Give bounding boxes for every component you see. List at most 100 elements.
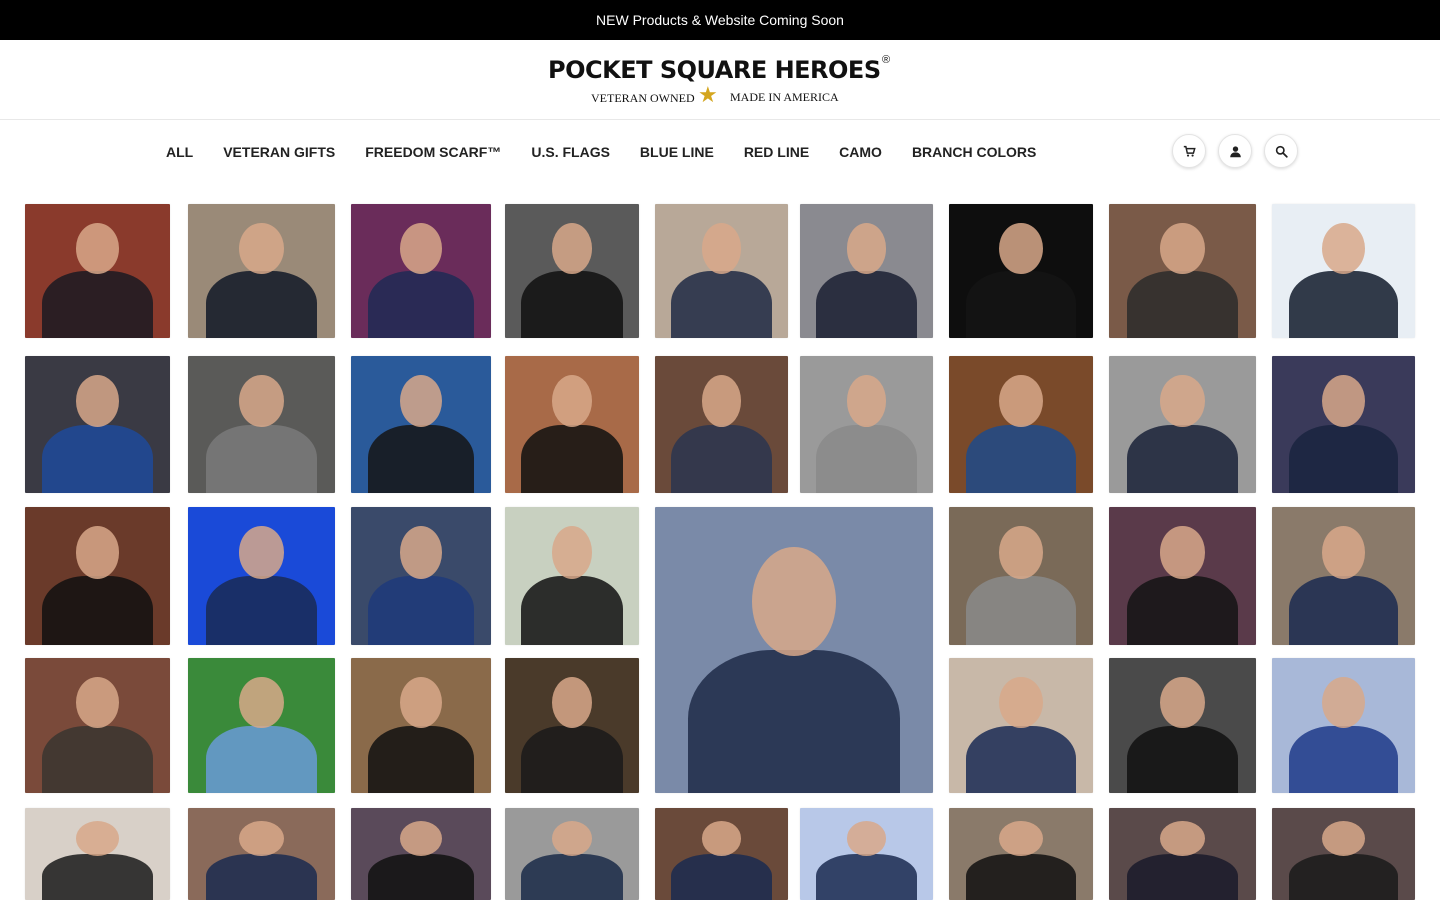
gallery-photo[interactable]	[1109, 507, 1256, 645]
gallery-photo[interactable]	[25, 204, 170, 338]
logo-tagline-right: MADE IN AMERICA	[730, 90, 839, 104]
gallery-photo[interactable]	[351, 808, 491, 900]
gallery-photo[interactable]	[949, 808, 1093, 900]
gallery-photo[interactable]	[505, 356, 639, 493]
gallery-photo[interactable]	[800, 356, 933, 493]
photo-suit	[1289, 725, 1398, 793]
gallery-photo[interactable]	[1109, 204, 1256, 338]
photo-face	[551, 676, 593, 729]
cart-button[interactable]	[1172, 134, 1206, 168]
account-icon	[1229, 145, 1241, 157]
gallery-photo[interactable]	[25, 507, 170, 645]
nav-item-branch-colors[interactable]: BRANCH COLORS	[912, 143, 1036, 161]
nav-item-veteran-gifts[interactable]: VETERAN GIFTS	[223, 143, 335, 161]
nav-item-freedom-scarf[interactable]: FREEDOM SCARF™	[365, 143, 501, 161]
photo-face	[1160, 222, 1205, 274]
account-button[interactable]	[1218, 134, 1252, 168]
gallery-photo[interactable]	[505, 507, 639, 645]
nav-item-us-flags[interactable]: U.S. FLAGS	[531, 143, 610, 161]
gallery-photo[interactable]	[351, 507, 491, 645]
nav-item-camo[interactable]: CAMO	[839, 143, 882, 161]
gallery-photo[interactable]	[1272, 808, 1415, 900]
gallery-photo[interactable]	[655, 356, 788, 493]
photo-suit	[1289, 424, 1398, 493]
photo-face	[1160, 820, 1205, 856]
photo-suit	[966, 725, 1076, 793]
gallery-photo[interactable]	[1272, 507, 1415, 645]
photo-suit	[670, 854, 773, 900]
gallery-photo[interactable]	[505, 808, 639, 900]
photo-suit	[367, 424, 475, 493]
gallery-photo[interactable]	[351, 204, 491, 338]
gallery-photo[interactable]	[655, 507, 933, 793]
photo-face	[75, 222, 120, 274]
photo-face	[1160, 676, 1205, 729]
photo-face	[1322, 526, 1365, 579]
gallery-photo[interactable]	[25, 356, 170, 493]
gallery-photo[interactable]	[505, 658, 639, 793]
gallery-photo[interactable]	[351, 658, 491, 793]
gallery-photo[interactable]	[351, 356, 491, 493]
nav-item-all[interactable]: ALL	[166, 143, 193, 161]
photo-gallery	[0, 196, 1440, 900]
gallery-photo[interactable]	[188, 507, 335, 645]
photo-face	[75, 676, 120, 729]
photo-suit	[367, 725, 475, 793]
photo-suit	[815, 271, 918, 338]
logo-title: POCKET SQUARE HEROES	[548, 56, 881, 84]
announcement-text: NEW Products & Website Coming Soon	[596, 12, 844, 28]
photo-suit	[1289, 854, 1398, 900]
gallery-photo[interactable]	[800, 204, 933, 338]
gallery-photo[interactable]	[25, 658, 170, 793]
photo-suit	[367, 854, 475, 900]
gallery-photo[interactable]	[1272, 658, 1415, 793]
photo-face	[999, 676, 1043, 729]
gallery-photo[interactable]	[188, 356, 335, 493]
photo-face	[1322, 820, 1365, 856]
photo-face	[239, 676, 284, 729]
photo-suit	[42, 725, 153, 793]
photo-suit	[1126, 271, 1239, 338]
gallery-photo[interactable]	[25, 808, 170, 900]
gallery-photo[interactable]	[1109, 808, 1256, 900]
gallery-photo[interactable]	[188, 204, 335, 338]
gallery-photo[interactable]	[188, 808, 335, 900]
gallery-photo[interactable]	[655, 808, 788, 900]
photo-suit	[815, 854, 918, 900]
photo-suit	[966, 576, 1076, 645]
photo-suit	[966, 854, 1076, 900]
photo-face	[400, 820, 442, 856]
gallery-photo[interactable]	[1272, 204, 1415, 338]
gallery-photo[interactable]	[949, 204, 1093, 338]
gallery-photo[interactable]	[655, 204, 788, 338]
photo-face	[999, 526, 1043, 579]
photo-suit	[205, 725, 318, 793]
photo-suit	[1126, 576, 1239, 645]
photo-suit	[367, 271, 475, 338]
nav-item-blue-line[interactable]: BLUE LINE	[640, 143, 714, 161]
gallery-photo[interactable]	[949, 507, 1093, 645]
photo-suit	[966, 424, 1076, 493]
nav-item-red-line[interactable]: RED LINE	[744, 143, 809, 161]
photo-face	[846, 375, 887, 428]
photo-face	[999, 375, 1043, 428]
gallery-photo[interactable]	[800, 808, 933, 900]
photo-suit	[521, 271, 623, 338]
search-button[interactable]	[1264, 134, 1298, 168]
gallery-photo[interactable]	[1109, 658, 1256, 793]
gallery-photo[interactable]	[949, 356, 1093, 493]
gallery-photo[interactable]	[505, 204, 639, 338]
photo-face	[701, 820, 742, 856]
photo-face	[400, 375, 442, 428]
gallery-photo[interactable]	[1109, 356, 1256, 493]
photo-face	[239, 526, 284, 579]
photo-suit	[205, 271, 318, 338]
gallery-photo[interactable]	[1272, 356, 1415, 493]
photo-suit	[670, 424, 773, 493]
photo-face	[551, 526, 593, 579]
photo-face	[1160, 375, 1205, 428]
logo[interactable]: POCKET SQUARE HEROES ® VETERAN OWNED ★ M…	[548, 54, 894, 110]
photo-suit	[521, 725, 623, 793]
gallery-photo[interactable]	[188, 658, 335, 793]
gallery-photo[interactable]	[949, 658, 1093, 793]
